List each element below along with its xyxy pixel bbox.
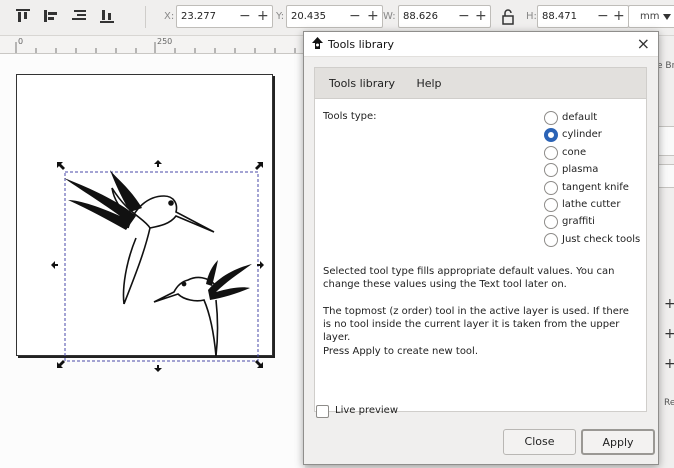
resize-handle-top-icon	[154, 160, 162, 167]
apply-button[interactable]: Apply	[581, 429, 655, 455]
radio-cone-label[interactable]: cone	[562, 147, 586, 158]
ruler-ticks	[15, 42, 296, 53]
w-decrement-button[interactable]: −	[458, 8, 470, 24]
radio-just-check-tools-label[interactable]: Just check tools	[562, 234, 640, 245]
docked-tab-label: e Br	[657, 61, 674, 71]
radio-plasma[interactable]	[544, 163, 558, 177]
resize-handle-tl-icon	[57, 162, 65, 170]
docked-label-re: Re	[664, 398, 674, 408]
hummingbird-small-wings	[206, 260, 252, 300]
radio-cone[interactable]	[544, 146, 558, 160]
tools-library-dialog: Tools library × Tools library Help Tools…	[303, 31, 659, 465]
radio-cylinder-label[interactable]: cylinder	[562, 129, 602, 140]
x-value: 23.277	[181, 11, 216, 22]
h-label: H:	[526, 11, 537, 22]
radio-default[interactable]	[544, 111, 558, 125]
radio-lathe-cutter-label[interactable]: lathe cutter	[562, 199, 620, 210]
y-value: 20.435	[291, 11, 326, 22]
hummingbird-small-icon	[153, 276, 219, 357]
x-increment-button[interactable]: +	[257, 8, 269, 24]
x-field[interactable]: 23.277 − +	[176, 5, 273, 28]
h-value: 88.471	[542, 11, 577, 22]
description-paragraph-3: Press Apply to create new tool.	[323, 346, 479, 357]
h-decrement-button[interactable]: −	[597, 8, 609, 24]
docked-plus-2[interactable]: +	[664, 326, 674, 342]
h-increment-button[interactable]: +	[613, 8, 625, 24]
docked-plus-3[interactable]: +	[664, 356, 674, 372]
radio-tangent-knife[interactable]	[544, 181, 558, 195]
description-paragraph-1: Selected tool type fills appropriate def…	[323, 266, 615, 290]
tools-type-label: Tools type:	[323, 111, 377, 122]
resize-handle-br-icon	[255, 360, 263, 368]
resize-handle-left-icon	[51, 261, 58, 269]
ruler-label-250: 250	[157, 37, 173, 46]
x-decrement-button[interactable]: −	[239, 8, 251, 24]
h-field[interactable]: 88.471 − +	[537, 5, 629, 28]
unit-value: mm	[640, 11, 660, 22]
selection-area[interactable]	[50, 158, 270, 373]
close-button[interactable]: Close	[503, 429, 576, 455]
w-label: W:	[383, 11, 396, 22]
radio-lathe-cutter[interactable]	[544, 198, 558, 212]
radio-graffiti[interactable]	[544, 215, 558, 229]
resize-handle-tr-icon	[255, 162, 263, 170]
live-preview-label[interactable]: Live preview	[335, 405, 398, 416]
y-label: Y:	[276, 11, 285, 22]
chevron-down-icon	[663, 14, 671, 20]
x-label: X:	[164, 11, 175, 22]
dialog-tabs: Tools library Help	[314, 67, 647, 101]
resize-handle-bl-icon	[57, 360, 65, 368]
align-lines-icon[interactable]	[71, 8, 87, 24]
resize-handle-bottom-icon	[154, 365, 162, 372]
hummingbird-large-wings	[64, 170, 142, 230]
tools-panel: Tools type: default cylinder cone plasma…	[314, 98, 647, 412]
live-preview-checkbox[interactable]	[316, 405, 329, 418]
y-field[interactable]: 20.435 − +	[286, 5, 383, 28]
unit-select[interactable]: mm	[628, 5, 674, 28]
radio-tangent-knife-label[interactable]: tangent knife	[562, 182, 629, 193]
w-field[interactable]: 88.626 − +	[398, 5, 491, 28]
tab-tools-library[interactable]: Tools library	[323, 68, 401, 101]
align-bottom-icon[interactable]	[99, 8, 115, 24]
close-icon[interactable]: ×	[637, 34, 650, 54]
ruler-label-0: 0	[18, 37, 24, 46]
w-value: 88.626	[403, 11, 438, 22]
dialog-titlebar[interactable]: Tools library ×	[304, 32, 658, 57]
y-increment-button[interactable]: +	[367, 8, 379, 24]
resize-handle-right-icon	[257, 261, 264, 269]
radio-cylinder[interactable]	[544, 128, 558, 142]
w-increment-button[interactable]: +	[475, 8, 487, 24]
selection-box	[64, 171, 259, 362]
description-paragraph-2: The topmost (z order) tool in the active…	[323, 306, 629, 343]
radio-plasma-label[interactable]: plasma	[562, 164, 598, 175]
lock-icon[interactable]	[500, 9, 516, 25]
tab-help[interactable]: Help	[411, 68, 447, 99]
dialog-title: Tools library	[328, 38, 394, 51]
y-decrement-button[interactable]: −	[349, 8, 361, 24]
horizontal-ruler: 0 250	[0, 36, 305, 54]
align-top-icon[interactable]	[15, 8, 31, 24]
inkscape-logo-icon	[312, 37, 323, 49]
radio-default-label[interactable]: default	[562, 112, 597, 123]
docked-plus-1[interactable]: +	[664, 296, 674, 312]
align-center-icon[interactable]	[43, 8, 59, 24]
radio-graffiti-label[interactable]: graffiti	[562, 216, 595, 227]
radio-just-check-tools[interactable]	[544, 233, 558, 247]
